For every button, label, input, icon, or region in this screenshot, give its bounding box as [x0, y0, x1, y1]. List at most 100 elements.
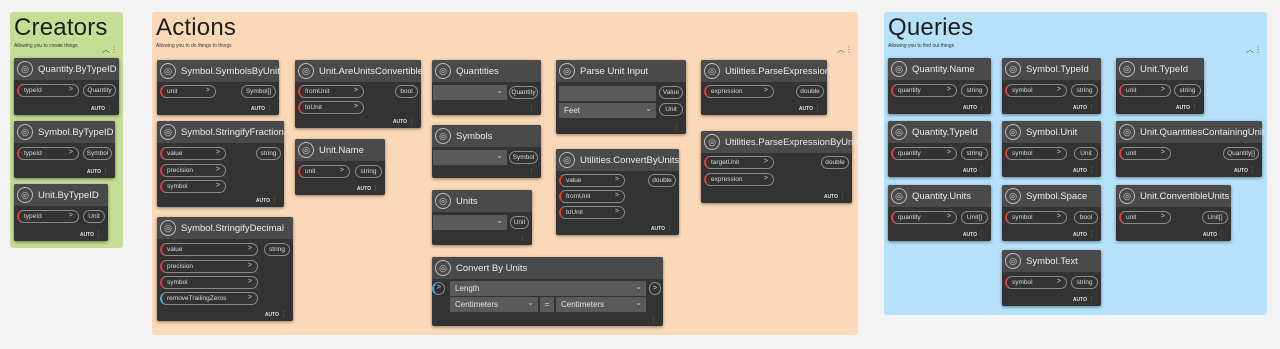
quantity-dropdown[interactable]: Length ⌄ [450, 281, 646, 296]
kebab-menu-icon[interactable]: ⋮ [1249, 167, 1256, 174]
output-port[interactable]: Symbol [509, 151, 538, 164]
input-port[interactable]: fromUnit > [298, 85, 364, 98]
node-symbol-stringifydecimal[interactable]: ◎ Symbol.StringifyDecimal value > precisio… [157, 217, 293, 321]
output-port[interactable]: Unit [510, 216, 529, 229]
node-parse-unit-input[interactable]: ◎ Parse Unit Input Feet ⌄ Value Unit ⋮ [556, 60, 686, 134]
output-port[interactable]: Unit [83, 210, 105, 223]
input-port[interactable]: symbol > [1005, 147, 1067, 160]
chevron-up-icon[interactable]: ︿⋮ [837, 46, 853, 54]
input-port[interactable]: unit > [160, 85, 216, 98]
node-symbol-unit[interactable]: ◎ Symbol.Unit symbol > Unit AUTO ⋮ [1002, 121, 1101, 177]
output-port[interactable]: double [821, 156, 849, 169]
output-port[interactable]: Symbol [83, 147, 112, 160]
output-port[interactable]: Unit [659, 103, 683, 116]
node-utilities-parseexpressionbyunit[interactable]: ◎ Utilities.ParseExpressionByUnit targetU… [701, 131, 858, 203]
node-utilities-parseexpression[interactable]: ◎ Utilities.ParseExpression expression > d… [701, 60, 830, 115]
output-port[interactable]: string [256, 147, 281, 160]
kebab-menu-icon[interactable]: ⋮ [978, 231, 985, 238]
output-port[interactable]: string [1174, 84, 1201, 97]
node-unit-convertibleunits[interactable]: ◎ Unit.ConvertibleUnits unit > Unit[] AUTO… [1116, 185, 1231, 241]
to-unit-dropdown[interactable]: Centimeters ⌄ [556, 297, 646, 312]
output-port[interactable]: Quantity [509, 86, 538, 99]
node-quantity-typeid[interactable]: ◎ Quantity.TypeId quantity > string AUTO ⋮ [888, 121, 991, 177]
node-quantities[interactable]: ◎ Quantities ⌄ Quantity ⋮ [432, 60, 541, 115]
output-port[interactable]: Quantity [83, 84, 116, 97]
node-unit-areunitsconvertible[interactable]: ◎ Unit.AreUnitsConvertible fromUnit > toUn… [295, 60, 423, 128]
input-port[interactable]: removeTrailingZeros > [160, 292, 258, 305]
output-port[interactable]: Unit [1074, 147, 1098, 160]
node-quantity-units[interactable]: ◎ Quantity.Units quantity > Unit[] AUTO ⋮ [888, 185, 991, 241]
input-port[interactable]: > [432, 282, 445, 295]
input-port[interactable]: expression > [704, 85, 774, 98]
output-port[interactable]: string [961, 84, 988, 97]
input-port[interactable]: quantity > [891, 211, 957, 224]
input-port[interactable]: unit > [1119, 147, 1171, 160]
input-port[interactable]: unit > [298, 165, 350, 178]
output-port[interactable]: bool [395, 85, 418, 98]
input-port[interactable]: symbol > [160, 276, 258, 289]
kebab-menu-icon[interactable]: ⋮ [1088, 296, 1095, 303]
input-port[interactable]: value > [559, 174, 625, 187]
node-symbol-space[interactable]: ◎ Symbol.Space symbol > bool AUTO ⋮ [1002, 185, 1101, 241]
node-quantity-name[interactable]: ◎ Quantity.Name quantity > string AUTO ⋮ [888, 58, 991, 114]
output-port[interactable]: Unit[] [1202, 211, 1228, 224]
kebab-menu-icon[interactable]: ⋮ [978, 167, 985, 174]
node-symbol-typeid[interactable]: ◎ Symbol.TypeId symbol > string AUTO ⋮ [1002, 58, 1101, 114]
node-utilities-convertbyunits[interactable]: ◎ Utilities.ConvertByUnits value > fromUni… [556, 149, 679, 235]
kebab-menu-icon[interactable]: ⋮ [102, 168, 109, 175]
symbol-dropdown[interactable]: ⌄ [433, 150, 507, 165]
output-port[interactable]: string [1071, 276, 1098, 289]
input-port[interactable]: symbol > [1005, 211, 1067, 224]
input-port[interactable]: quantity > [891, 147, 957, 160]
kebab-menu-icon[interactable]: ⋮ [1191, 104, 1198, 111]
input-port[interactable]: toUnit > [559, 206, 625, 219]
node-symbol-symbolsbyunit[interactable]: ◎ Symbol.SymbolsByUnit unit > Symbol[] AUT… [157, 60, 280, 115]
chevron-up-icon[interactable]: ︿⋮ [102, 46, 118, 54]
kebab-menu-icon[interactable]: ⋮ [978, 104, 985, 111]
kebab-menu-icon[interactable]: ⋮ [95, 231, 102, 238]
input-port[interactable]: symbol > [160, 180, 226, 193]
node-unit-name[interactable]: ◎ Unit.Name unit > string AUTO ⋮ [295, 139, 385, 195]
output-port[interactable]: Value [659, 86, 683, 99]
kebab-menu-icon[interactable]: ⋮ [266, 105, 273, 112]
unit-dropdown[interactable]: ⌄ [433, 215, 507, 230]
kebab-menu-icon[interactable]: ⋮ [1088, 167, 1095, 174]
node-units[interactable]: ◎ Units ⌄ Unit ⋮ [432, 190, 532, 245]
kebab-menu-icon[interactable]: ⋮ [650, 316, 657, 323]
node-convert-by-units[interactable]: ◎ Convert By Units > Length ⌄ Centimeters ⌄… [432, 257, 663, 326]
input-port[interactable]: symbol > [1005, 84, 1067, 97]
output-port[interactable]: > [649, 282, 661, 295]
input-port[interactable]: targetUnit > [704, 156, 774, 169]
input-port[interactable]: symbol > [1005, 276, 1067, 289]
unit-dropdown[interactable]: Feet ⌄ [559, 103, 656, 118]
node-quantity-bytypeid[interactable]: ◎ Quantity.ByTypeID typeId > Quantity AUTO… [14, 58, 119, 115]
value-input-field[interactable] [559, 86, 656, 101]
output-port[interactable]: string [355, 165, 382, 178]
output-port[interactable]: string [264, 243, 290, 256]
input-port[interactable]: typeId > [17, 84, 79, 97]
input-port[interactable]: expression > [704, 173, 774, 186]
kebab-menu-icon[interactable]: ⋮ [666, 225, 673, 232]
kebab-menu-icon[interactable]: ⋮ [1218, 231, 1225, 238]
quantity-dropdown[interactable]: ⌄ [433, 85, 507, 100]
output-port[interactable]: bool [1074, 211, 1098, 224]
chevron-up-icon[interactable]: ︿⋮ [1246, 46, 1262, 54]
kebab-menu-icon[interactable]: ⋮ [408, 118, 415, 125]
input-port[interactable]: value > [160, 243, 258, 256]
kebab-menu-icon[interactable]: ⋮ [814, 105, 821, 112]
output-port[interactable]: double [796, 85, 824, 98]
kebab-menu-icon[interactable]: ⋮ [271, 197, 278, 204]
kebab-menu-icon[interactable]: ⋮ [528, 168, 535, 175]
input-port[interactable]: fromUnit > [559, 190, 625, 203]
input-port[interactable]: toUnit > [298, 101, 364, 114]
output-port[interactable]: Quantity[] [1223, 147, 1259, 160]
kebab-menu-icon[interactable]: ⋮ [528, 105, 535, 112]
kebab-menu-icon[interactable]: ⋮ [106, 105, 113, 112]
node-symbol-text[interactable]: ◎ Symbol.Text symbol > string AUTO ⋮ [1002, 250, 1101, 306]
node-symbol-stringifyfraction[interactable]: ◎ Symbol.StringifyFraction value > precisi… [157, 121, 284, 207]
input-port[interactable]: unit > [1119, 211, 1171, 224]
kebab-menu-icon[interactable]: ⋮ [280, 311, 287, 318]
node-symbol-bytypeid[interactable]: ◎ Symbol.ByTypeID typeId > Symbol AUTO ⋮ [14, 121, 115, 178]
input-port[interactable]: precision > [160, 260, 258, 273]
input-port[interactable]: precision > [160, 164, 226, 177]
